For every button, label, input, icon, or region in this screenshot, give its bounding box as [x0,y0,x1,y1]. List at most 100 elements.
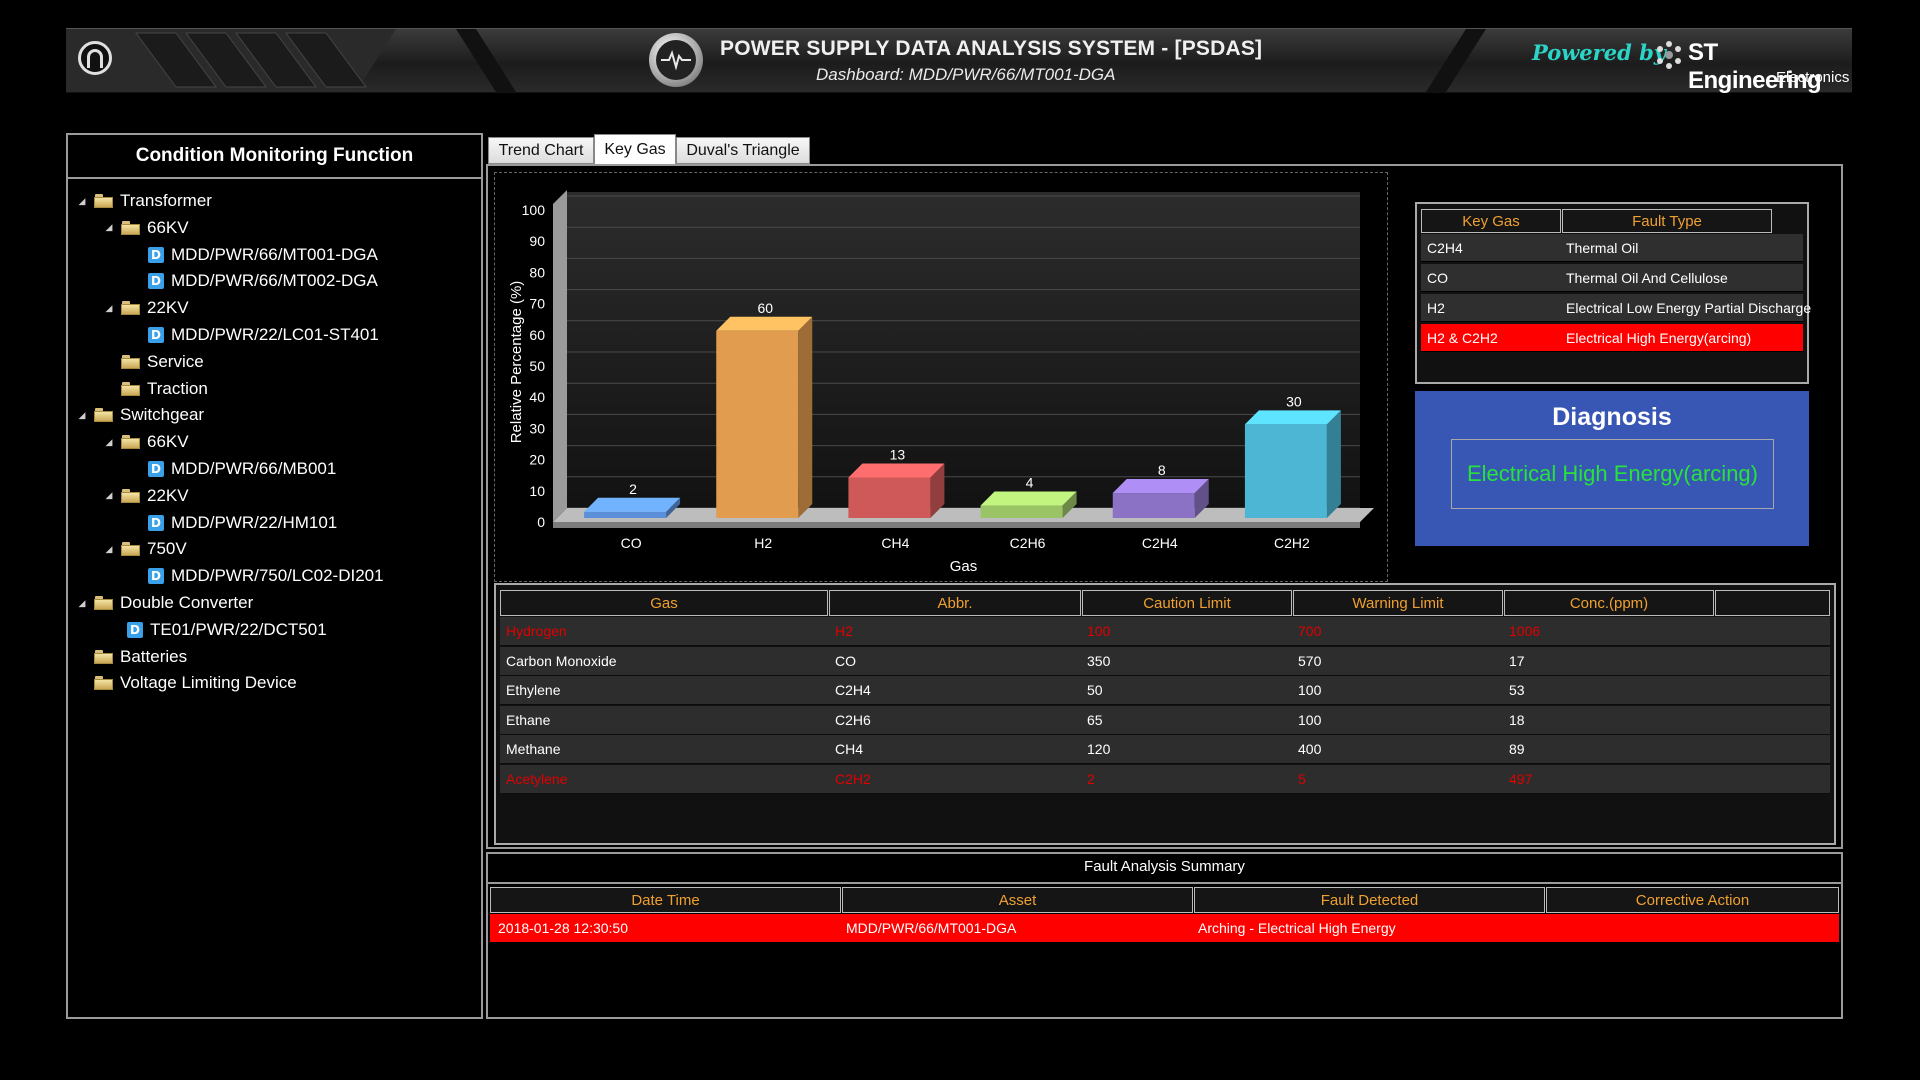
fault-analysis-summary: Fault Analysis Summary Date Time Asset F… [486,852,1843,1019]
expand-arrow-icon[interactable]: ◢ [76,598,88,609]
folder-icon [121,381,141,396]
key-gas-row[interactable]: H2 Electrical Low Energy Partial Discharg… [1421,294,1811,322]
gas-cell-gas: Ethane [506,711,551,728]
empty-column-header [1715,590,1830,616]
expand-arrow-icon[interactable]: ◢ [103,222,115,233]
folder-icon [94,596,114,610]
bar-top [1244,410,1341,425]
tree-item[interactable]: ◢ 22KV [103,484,189,508]
tab-key-gas[interactable]: Key Gas [594,134,676,165]
tree-item-label: Double Converter [120,593,254,612]
gas-cell-warning: 5 [1298,771,1306,787]
warning-limit-column-header: Warning Limit [1293,590,1503,616]
gas-row[interactable]: Ethane C2H6 65 100 18 [500,705,1830,735]
tree-item[interactable]: ◢ 66KV [103,216,189,240]
expand-arrow-icon[interactable]: ◢ [103,437,115,448]
y-tick-label: 70 [529,296,545,312]
y-tick-label: 40 [529,389,545,405]
tree-item-label: MDD/PWR/750/LC02-DI201 [171,566,384,586]
tree-item[interactable]: D MDD/PWR/22/HM101 [148,511,337,535]
key-gas-row[interactable]: C2H4 Thermal Oil [1421,234,1803,262]
tree-item-label: Voltage Limiting Device [120,673,297,693]
gas-row[interactable]: Carbon Monoxide CO 350 570 17 [500,646,1830,676]
plot-floor-edge [553,522,1360,528]
tab-trend-chart[interactable]: Trend Chart [488,137,594,164]
expand-arrow-icon[interactable]: ◢ [103,544,115,555]
fault-detected-column-header: Fault Detected [1194,887,1545,913]
gas-cell-conc: 18 [1509,711,1525,728]
expand-arrow-icon[interactable]: ◢ [76,196,88,207]
tree-item[interactable]: ◢ Switchgear [76,403,205,427]
panel-title: Condition Monitoring Function [68,135,481,179]
expand-arrow-icon[interactable]: ◢ [103,490,115,501]
key-gas-row[interactable]: H2 & C2H2 Electrical High Energy(arcing) [1421,324,1803,352]
condition-monitoring-panel: Condition Monitoring Function ◢ Transform… [66,133,483,1019]
fault-summary-title: Fault Analysis Summary [1084,858,1245,875]
heartbeat-icon [649,33,703,87]
tree-item[interactable]: Traction [103,377,208,401]
gas-concentration-table: Gas Abbr. Caution Limit Warning Limit Co… [494,583,1836,845]
device-icon: D [148,273,164,290]
x-tick-label: C2H6 [1010,535,1046,551]
gas-cell-abbr: CO [835,652,856,669]
tree-item[interactable]: D MDD/PWR/750/LC02-DI201 [148,564,384,588]
tree-item[interactable]: ◢ 66KV [103,430,189,454]
tree-item[interactable]: D MDD/PWR/66/MT002-DGA [148,269,378,293]
fault-cell-asset: MDD/PWR/66/MT001-DGA [846,920,1017,936]
bar [716,330,799,518]
tree-item[interactable]: D TE01/PWR/22/DCT501 [127,618,327,642]
power-icon[interactable] [78,41,112,75]
gas-cell-abbr: CH4 [835,741,864,758]
fault-cell-fault: Arching - Electrical High Energy [1198,920,1396,936]
tab-duvals-triangle[interactable]: Duval's Triangle [676,137,810,164]
gas-cell-warning: 400 [1298,741,1322,758]
gas-row[interactable]: Methane CH4 120 400 89 [500,735,1830,765]
y-tick-label: 30 [529,420,545,436]
tree-item[interactable]: ◢ 750V [103,537,187,561]
device-icon: D [148,246,164,263]
powered-by-label: Powered by [1532,40,1666,65]
device-icon: D [127,621,143,638]
fault-type-cell: Thermal Oil And Cellulose [1566,270,1728,286]
gas-cell-warning: 100 [1298,711,1322,728]
key-gas-cell: H2 & C2H2 [1427,330,1498,346]
st-logo-icon [1657,41,1681,69]
key-gas-cell: C2H4 [1427,240,1463,256]
bar [584,511,667,518]
tree-item[interactable]: D MDD/PWR/22/LC01-ST401 [148,323,379,347]
tree-item-label: Batteries [120,646,188,666]
corrective-action-column-header: Corrective Action [1546,887,1839,913]
tree-item[interactable]: D MDD/PWR/66/MB001 [148,457,336,481]
gas-cell-gas: Ethylene [506,682,561,699]
gas-row[interactable]: Acetylene C2H2 2 5 497 [500,765,1830,794]
abbr-column-header: Abbr. [829,590,1081,616]
gas-cell-gas: Acetylene [506,771,568,787]
tree-item[interactable]: Batteries [76,645,187,669]
tree-item[interactable]: Voltage Limiting Device [76,671,297,695]
gas-cell-caution: 100 [1087,623,1111,639]
gas-row[interactable]: Hydrogen H2 100 700 1006 [500,617,1830,646]
gas-cell-warning: 570 [1298,652,1322,669]
device-icon: D [148,327,164,343]
gas-row[interactable]: Ethylene C2H4 50 100 53 [500,676,1830,706]
key-gas-row[interactable]: CO Thermal Oil And Cellulose [1421,264,1803,292]
tree-item-label: MDD/PWR/66/MB001 [171,459,337,478]
diagnosis-box: Diagnosis Electrical High Energy(arcing) [1415,391,1809,546]
expand-arrow-icon[interactable]: ◢ [76,410,88,421]
fault-row[interactable]: 2018-01-28 12:30:50 MDD/PWR/66/MT001-DGA A… [490,914,1839,942]
tree-item[interactable]: Service [103,350,204,374]
bar [1244,424,1327,518]
brand-name: ST Engineering [1688,39,1822,94]
tree-item[interactable]: ◢ 22KV [103,296,189,320]
tree-item[interactable]: D MDD/PWR/66/MT001-DGA [148,243,378,267]
datetime-column-header: Date Time [490,887,841,913]
y-axis-title: Relative Percentage (%) [508,281,525,444]
tree-item[interactable]: ◢ Double Converter [76,591,254,615]
plot-side-wall [553,190,567,522]
tree-item-label: 66KV [147,432,189,452]
dashboard-subtitle: Dashboard: MDD/PWR/66/MT001-DGA [816,65,1116,84]
expand-arrow-icon[interactable]: ◢ [103,303,115,314]
tree-item[interactable]: ◢ Transformer [76,189,212,213]
gas-cell-caution: 2 [1087,771,1095,787]
fault-type-cell: Thermal Oil [1566,240,1639,256]
